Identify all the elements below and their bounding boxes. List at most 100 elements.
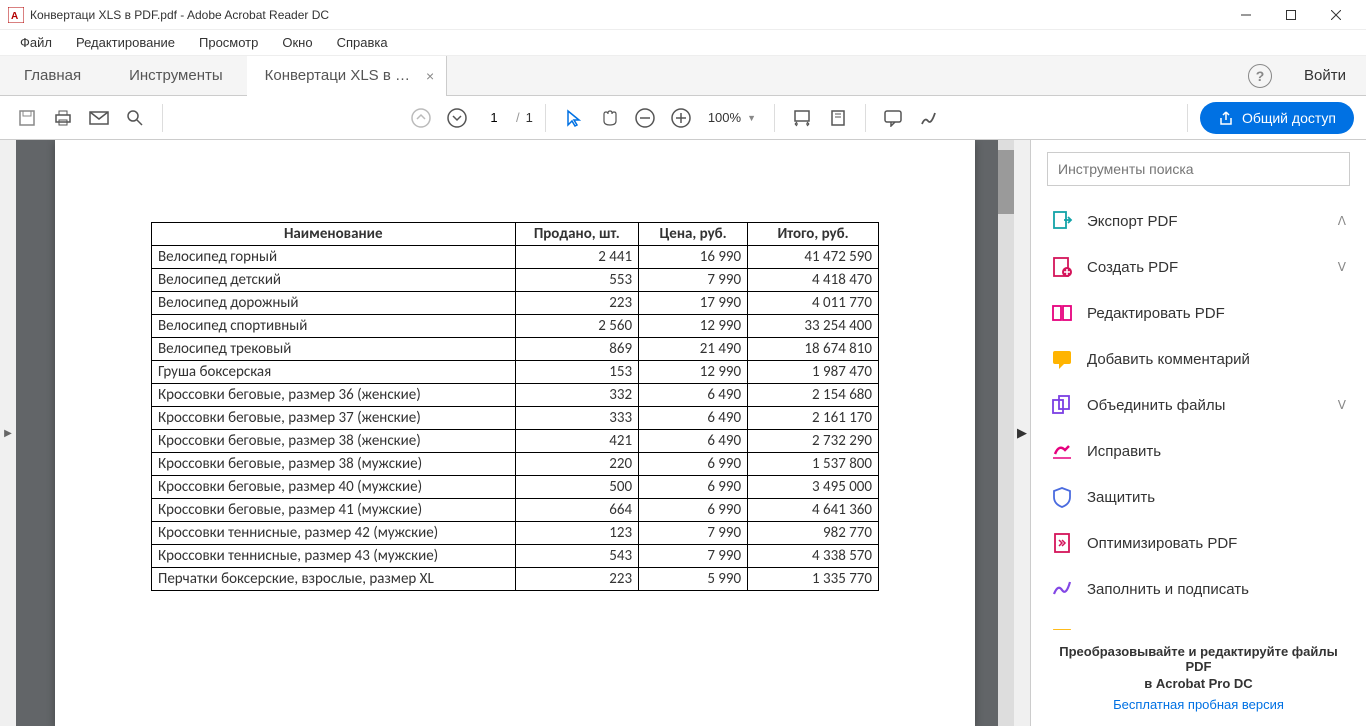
- signin-button[interactable]: Войти: [1284, 67, 1366, 84]
- cell-sold: 869: [515, 338, 639, 361]
- print-icon[interactable]: [48, 103, 78, 133]
- hand-tool-icon[interactable]: [594, 103, 624, 133]
- menu-view[interactable]: Просмотр: [187, 31, 270, 54]
- cell-price: 5 990: [639, 568, 748, 591]
- protect-icon: [1051, 486, 1073, 508]
- table-row: Велосипед спортивный2 56012 99033 254 40…: [152, 315, 879, 338]
- svg-text:A: A: [11, 11, 18, 22]
- cell-sold: 223: [515, 292, 639, 315]
- chevron-up-icon: ᐱ: [1338, 214, 1346, 228]
- right-panel-toggle[interactable]: ▶: [1014, 140, 1030, 726]
- scrollbar-thumb[interactable]: [998, 150, 1014, 214]
- tool-fillsign[interactable]: Заполнить и подписать: [1031, 566, 1366, 612]
- zoom-dropdown[interactable]: 100%▼: [702, 110, 762, 125]
- tab-tools[interactable]: Инструменты: [105, 56, 247, 96]
- export-pdf-icon: [1051, 210, 1073, 232]
- cell-name: Кроссовки теннисные, размер 42 (мужские): [152, 522, 516, 545]
- page-up-icon[interactable]: [406, 103, 436, 133]
- cell-price: 16 990: [639, 246, 748, 269]
- data-table: Наименование Продано, шт. Цена, руб. Ито…: [151, 222, 879, 591]
- zoom-in-icon[interactable]: [666, 103, 696, 133]
- cell-sold: 553: [515, 269, 639, 292]
- zoom-out-icon[interactable]: [630, 103, 660, 133]
- cell-total: 2 154 680: [748, 384, 879, 407]
- tab-home[interactable]: Главная: [0, 56, 105, 96]
- tool-export-pdf[interactable]: Экспорт PDF ᐱ: [1031, 198, 1366, 244]
- vertical-scrollbar[interactable]: [998, 140, 1014, 726]
- create-pdf-icon: [1051, 256, 1073, 278]
- minimize-button[interactable]: [1223, 0, 1268, 30]
- promo-line2: в Acrobat Pro DC: [1049, 676, 1348, 691]
- menubar: Файл Редактирование Просмотр Окно Справк…: [0, 30, 1366, 56]
- fit-page-icon[interactable]: [823, 103, 853, 133]
- save-icon[interactable]: [12, 103, 42, 133]
- chevron-down-icon: ᐯ: [1338, 260, 1346, 274]
- share-button[interactable]: Общий доступ: [1200, 102, 1354, 134]
- menu-help[interactable]: Справка: [325, 31, 400, 54]
- cell-name: Кроссовки беговые, размер 36 (женские): [152, 384, 516, 407]
- fit-width-icon[interactable]: [787, 103, 817, 133]
- chevron-right-icon: ▶: [1017, 425, 1027, 441]
- table-row: Кроссовки теннисные, размер 42 (мужские)…: [152, 522, 879, 545]
- tool-optimize[interactable]: Оптимизировать PDF: [1031, 520, 1366, 566]
- col-price: Цена, руб.: [639, 223, 748, 246]
- menu-file[interactable]: Файл: [8, 31, 64, 54]
- tab-close-icon[interactable]: ×: [426, 68, 434, 84]
- document-viewport[interactable]: Наименование Продано, шт. Цена, руб. Ито…: [16, 140, 1014, 726]
- main-area: ▶ Наименование Продано, шт. Цена, руб. И…: [0, 140, 1366, 726]
- table-header-row: Наименование Продано, шт. Цена, руб. Ито…: [152, 223, 879, 246]
- search-icon[interactable]: [120, 103, 150, 133]
- window-controls: [1223, 0, 1358, 30]
- cell-total: 3 495 000: [748, 476, 879, 499]
- cell-sold: 664: [515, 499, 639, 522]
- tools-search-input[interactable]: [1047, 152, 1350, 186]
- tool-protect[interactable]: Защитить: [1031, 474, 1366, 520]
- col-sold: Продано, шт.: [515, 223, 639, 246]
- cell-total: 1 335 770: [748, 568, 879, 591]
- comment-icon[interactable]: [878, 103, 908, 133]
- cell-sold: 421: [515, 430, 639, 453]
- optimize-icon: [1051, 532, 1073, 554]
- cell-sold: 2 441: [515, 246, 639, 269]
- tool-send-review[interactable]: Отправить для редактирования ᐯ: [1031, 612, 1366, 630]
- menu-edit[interactable]: Редактирование: [64, 31, 187, 54]
- cell-name: Кроссовки беговые, размер 37 (женские): [152, 407, 516, 430]
- menu-window[interactable]: Окно: [270, 31, 324, 54]
- tool-label: Защитить: [1087, 489, 1155, 506]
- cell-sold: 332: [515, 384, 639, 407]
- tools-list: Экспорт PDF ᐱ Создать PDF ᐯ Редактироват…: [1031, 190, 1366, 630]
- close-button[interactable]: [1313, 0, 1358, 30]
- comment-icon: [1051, 348, 1073, 370]
- tool-create-pdf[interactable]: Создать PDF ᐯ: [1031, 244, 1366, 290]
- cell-total: 982 770: [748, 522, 879, 545]
- help-icon[interactable]: ?: [1248, 64, 1272, 88]
- redact-icon: [1051, 440, 1073, 462]
- cell-price: 21 490: [639, 338, 748, 361]
- tool-combine[interactable]: Объединить файлы ᐯ: [1031, 382, 1366, 428]
- col-name: Наименование: [152, 223, 516, 246]
- cell-price: 6 490: [639, 384, 748, 407]
- cell-name: Велосипед дорожный: [152, 292, 516, 315]
- cell-name: Кроссовки беговые, размер 40 (мужские): [152, 476, 516, 499]
- toolbar: / 1 100%▼ Общий доступ: [0, 96, 1366, 140]
- cell-price: 7 990: [639, 545, 748, 568]
- tool-edit-pdf[interactable]: Редактировать PDF: [1031, 290, 1366, 336]
- promo-link[interactable]: Бесплатная пробная версия: [1049, 697, 1348, 712]
- select-tool-icon[interactable]: [558, 103, 588, 133]
- page-current-input[interactable]: [478, 107, 510, 128]
- tab-document[interactable]: Конвертаци XLS в … ×: [247, 56, 448, 96]
- table-row: Велосипед детский5537 9904 418 470: [152, 269, 879, 292]
- tool-redact[interactable]: Исправить: [1031, 428, 1366, 474]
- cell-price: 12 990: [639, 315, 748, 338]
- table-row: Кроссовки теннисные, размер 43 (мужские)…: [152, 545, 879, 568]
- maximize-button[interactable]: [1268, 0, 1313, 30]
- cell-sold: 153: [515, 361, 639, 384]
- left-panel-toggle[interactable]: ▶: [0, 140, 16, 726]
- window-title: Конвертаци XLS в PDF.pdf - Adobe Acrobat…: [30, 8, 1223, 22]
- share-icon: [1218, 110, 1234, 126]
- sign-icon[interactable]: [914, 103, 944, 133]
- table-row: Кроссовки беговые, размер 38 (мужские)22…: [152, 453, 879, 476]
- page-down-icon[interactable]: [442, 103, 472, 133]
- email-icon[interactable]: [84, 103, 114, 133]
- tool-comment[interactable]: Добавить комментарий: [1031, 336, 1366, 382]
